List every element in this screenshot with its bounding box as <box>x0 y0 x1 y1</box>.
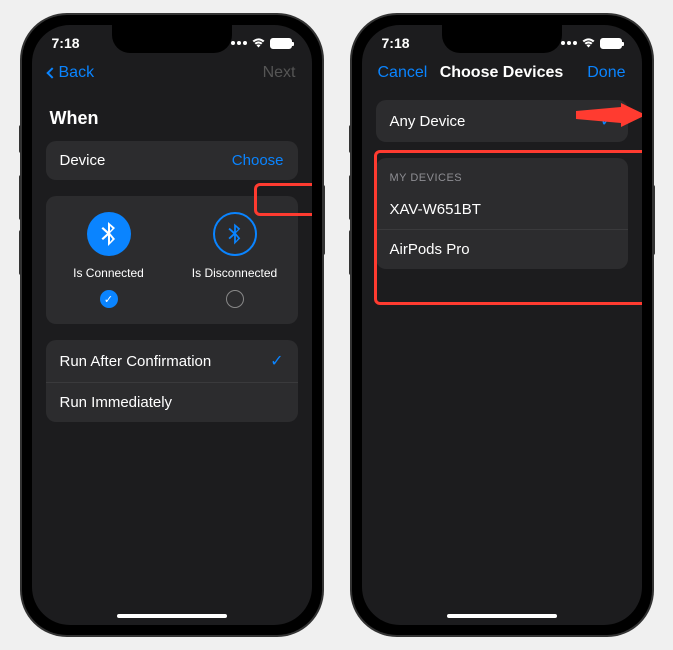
my-devices-header: MY DEVICES <box>376 158 628 190</box>
wifi-icon <box>581 36 596 51</box>
battery-icon <box>600 38 622 49</box>
chevron-left-icon <box>46 67 57 78</box>
section-title-when: When <box>50 108 294 129</box>
device-row[interactable]: XAV-W651BT <box>376 190 628 230</box>
nav-bar: Cancel Choose Devices Done <box>362 56 642 90</box>
option-is-disconnected[interactable]: Is Disconnected <box>172 212 298 308</box>
battery-icon <box>270 38 292 49</box>
option-is-connected[interactable]: Is Connected ✓ <box>46 212 172 308</box>
status-time: 7:18 <box>382 35 410 51</box>
device-row[interactable]: AirPods Pro <box>376 230 628 269</box>
done-button[interactable]: Done <box>565 64 625 82</box>
run-immediately-row[interactable]: Run Immediately <box>46 383 298 422</box>
device-row[interactable]: Device Choose <box>46 141 298 180</box>
connection-options: Is Connected ✓ Is Disconnected <box>46 196 298 324</box>
next-button[interactable]: Next <box>236 64 296 82</box>
nav-title: Choose Devices <box>440 64 564 82</box>
bluetooth-disconnected-icon <box>213 212 257 256</box>
home-indicator[interactable] <box>117 614 227 618</box>
notch <box>112 25 232 53</box>
checkmark-icon: ✓ <box>270 351 283 371</box>
any-device-row[interactable]: Any Device ✓ <box>376 100 628 142</box>
wifi-icon <box>251 36 266 51</box>
bluetooth-connected-icon <box>87 212 131 256</box>
cancel-button[interactable]: Cancel <box>378 64 438 82</box>
phone-right: 7:18 Cancel Choose Devices Done <box>352 15 652 635</box>
nav-bar: Back Next <box>32 56 312 90</box>
checkmark-icon: ✓ <box>600 111 613 131</box>
run-after-confirmation-row[interactable]: Run After Confirmation ✓ <box>46 340 298 383</box>
phone-left: 7:18 Back Next When <box>22 15 322 635</box>
choose-button[interactable]: Choose <box>232 152 284 169</box>
home-indicator[interactable] <box>447 614 557 618</box>
back-button[interactable]: Back <box>48 64 108 82</box>
radio-unchecked-icon <box>226 290 244 308</box>
notch <box>442 25 562 53</box>
radio-checked-icon: ✓ <box>100 290 118 308</box>
device-label: Device <box>60 152 106 169</box>
status-time: 7:18 <box>52 35 80 51</box>
